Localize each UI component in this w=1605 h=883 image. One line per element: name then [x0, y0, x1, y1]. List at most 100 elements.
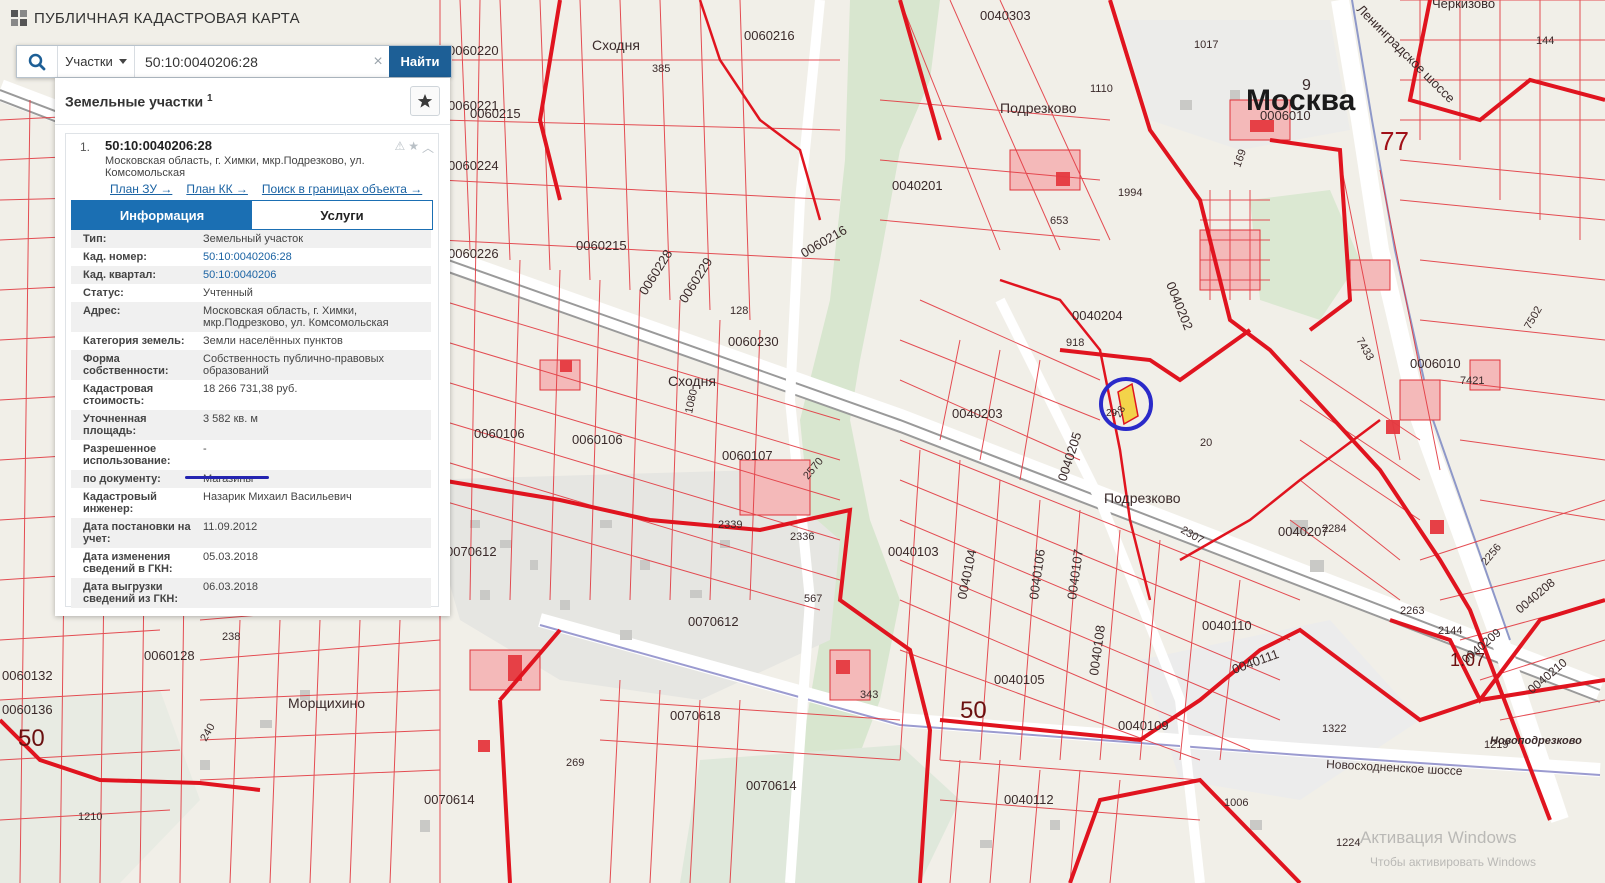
map-label: 2336: [790, 531, 814, 543]
map-label: 0060226: [448, 246, 499, 261]
info-row-status: Статус: Учтенный: [71, 284, 431, 302]
info-value-link[interactable]: 50:10:0040206:28: [199, 248, 431, 266]
info-key: Форма собственности:: [71, 350, 199, 380]
map-label: Морщихино: [288, 695, 365, 711]
result-index: 1.: [80, 140, 91, 154]
info-key: Кад. номер:: [83, 251, 147, 263]
result-count: 1: [206, 92, 213, 104]
map-label: Подрезково: [1000, 100, 1077, 116]
map-label: 1006: [1224, 797, 1248, 809]
map-label: 2339: [718, 519, 742, 531]
map-label: 9: [1302, 77, 1311, 94]
map-label: 77: [1380, 126, 1409, 156]
info-key: Дата выгрузки сведений из ГКН:: [71, 578, 199, 608]
map-label: 0070612: [446, 544, 497, 559]
info-row-cad-quarter: Кад. квартал: 50:10:0040206: [71, 266, 431, 284]
info-key: Кадастровая стоимость:: [83, 383, 154, 407]
map-label: 0070618: [670, 708, 721, 723]
info-row-type: Тип: Земельный участок: [71, 230, 431, 248]
info-key: Статус:: [83, 287, 124, 299]
tab-info[interactable]: Информация: [72, 201, 252, 229]
map-label: 385: [652, 63, 670, 75]
info-key: Тип:: [71, 230, 199, 248]
map-label: 0060224: [448, 158, 499, 173]
star-icon[interactable]: ★: [408, 139, 419, 156]
info-value: Магазины: [199, 470, 431, 488]
map-label: 1210: [78, 811, 102, 823]
result-links: План ЗУ → План КК → Поиск в границах объ…: [110, 182, 422, 196]
info-value: Учтенный: [203, 287, 253, 299]
info-row-export-date: Дата выгрузки сведений из ГКН: 06.03.201…: [71, 578, 431, 608]
map-label: 1110: [1090, 83, 1113, 95]
info-key: Уточненная площадь:: [71, 410, 199, 440]
search-type-label: Участки: [65, 54, 113, 69]
search-icon[interactable]: [17, 46, 58, 77]
search-type-dropdown[interactable]: Участки: [58, 46, 135, 77]
clear-icon[interactable]: ×: [367, 46, 389, 77]
map-label: 1219: [1484, 739, 1508, 751]
info-row-address: Адрес: Московская область, г. Химки, мкр…: [71, 302, 431, 332]
result-summary: 1. 50:10:0040206:28 Московская область, …: [66, 134, 438, 204]
map-label: 653: [1050, 215, 1068, 227]
map-label: 128: [730, 305, 748, 317]
map-label: 269: [566, 757, 584, 769]
map-label: 1994: [1118, 187, 1142, 199]
star-icon: [417, 94, 433, 108]
chevron-up-icon[interactable]: ︿: [422, 139, 434, 156]
info-value: Земли населённых пунктов: [203, 335, 343, 347]
plan-zu-link[interactable]: План ЗУ →: [110, 182, 172, 196]
info-value: 18 266 731,38 руб.: [203, 383, 298, 395]
map-label: 567: [804, 593, 822, 605]
map-label: 0040105: [994, 672, 1045, 687]
info-value: 11.09.2012: [199, 518, 431, 548]
map-label: 0070614: [746, 778, 797, 793]
info-value: Назарик Михаил Васильевич: [203, 491, 352, 503]
map-label: 918: [1066, 337, 1084, 349]
info-key: по документу:: [71, 470, 199, 488]
map-label: 0040110: [1202, 618, 1252, 633]
map-label: Черкизово: [1432, 0, 1495, 11]
search-within-link[interactable]: Поиск в границах объекта →: [262, 182, 422, 196]
map-label: 0060106: [572, 432, 623, 447]
panel-title-text: Земельные участки: [65, 93, 204, 110]
info-row-cad-cost: Кадастровая стоимость: 18 266 731,38 руб…: [71, 380, 431, 410]
result-cad-number[interactable]: 50:10:0040206:28: [105, 138, 212, 153]
search-bar: Участки × Найти: [16, 45, 452, 78]
map-label: 0060215: [576, 238, 627, 253]
find-button[interactable]: Найти: [389, 46, 451, 77]
map-label: 1224: [1336, 837, 1360, 849]
map-label: 144: [1536, 35, 1554, 47]
info-value: Земельный участок: [199, 230, 431, 248]
info-row-engineer: Кадастровый инженер: Назарик Михаил Васи…: [71, 488, 431, 518]
info-row-ownership: Форма собственности: Собственность публи…: [71, 350, 431, 380]
map-label: 0060221: [448, 98, 499, 113]
plan-kk-link[interactable]: План КК →: [186, 182, 248, 196]
result-tabs: Информация Услуги: [71, 200, 433, 230]
map-label: 0070614: [424, 792, 475, 807]
tab-services[interactable]: Услуги: [252, 201, 432, 229]
map-label: 0060230: [728, 334, 779, 349]
map-label: 0070612: [688, 614, 739, 629]
map-label: 0040203: [952, 406, 1003, 421]
map-label: 2263: [1400, 605, 1424, 617]
map-label: 50: [960, 697, 987, 724]
result-card: 1. 50:10:0040206:28 Московская область, …: [65, 133, 439, 608]
info-key: Кадастровый инженер:: [83, 491, 157, 515]
map-label: 0060216: [744, 28, 795, 43]
app-title: ПУБЛИЧНАЯ КАДАСТРОВАЯ КАРТА: [10, 6, 300, 30]
map-label: Подрезково: [1104, 490, 1181, 506]
map-label: 0060107: [722, 448, 773, 463]
activation-watermark: Активация Windows: [1360, 828, 1517, 847]
map-label: Сходня: [592, 37, 640, 53]
favorite-button[interactable]: [410, 86, 440, 116]
map-label: Сходня: [668, 373, 716, 389]
search-input[interactable]: [135, 46, 367, 77]
warning-icon[interactable]: ⚠: [394, 139, 405, 156]
map-label: 0060220: [448, 43, 499, 58]
results-panel: Земельные участки 1 1. 50:10:0040206:28 …: [55, 78, 450, 616]
map-label: 0060106: [474, 426, 525, 441]
info-value: 05.03.2018: [203, 551, 259, 563]
info-value-link[interactable]: 50:10:0040206: [199, 266, 431, 284]
info-row-land-category: Категория земель: Земли населённых пункт…: [71, 332, 431, 350]
map-label: 1.07: [1450, 650, 1485, 670]
